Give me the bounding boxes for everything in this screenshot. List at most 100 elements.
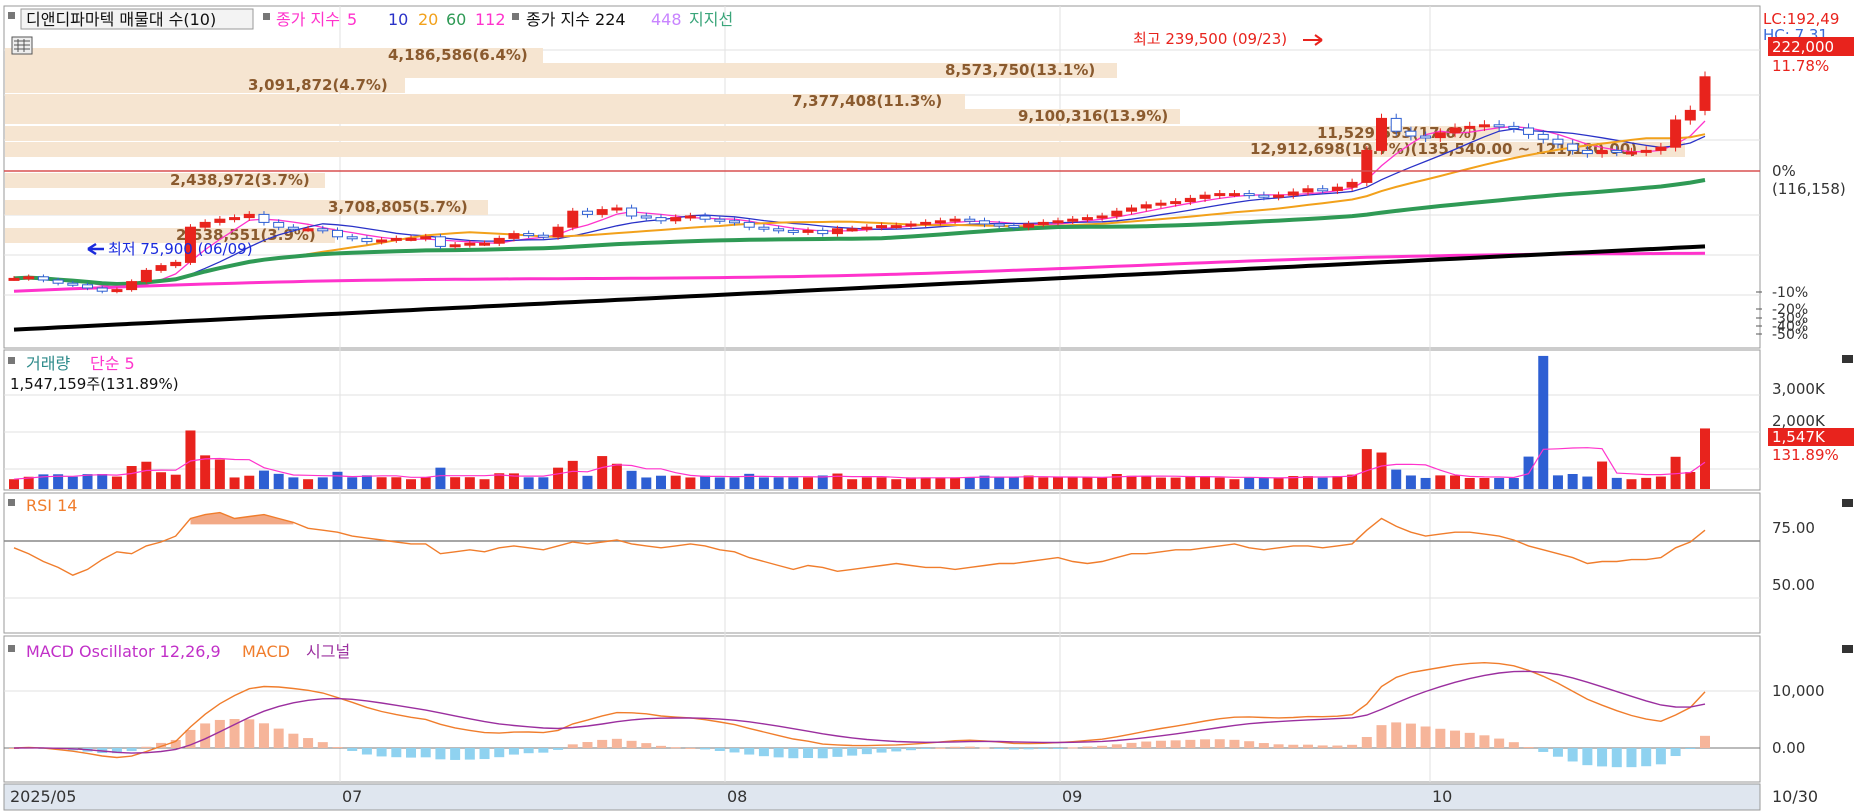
- macd-oscillator-bar: [508, 748, 519, 755]
- volume-bar: [303, 479, 314, 489]
- volume-close-icon[interactable]: [1842, 355, 1853, 363]
- volume-bar: [626, 470, 637, 489]
- volume-bar: [1479, 477, 1490, 489]
- macd-oscillator-bar: [567, 744, 578, 748]
- volume-bar: [1229, 479, 1240, 489]
- volume-bar: [611, 463, 622, 489]
- volume-bar: [450, 477, 461, 489]
- candle-body: [1478, 124, 1490, 128]
- rsi-marker-icon: [8, 499, 15, 506]
- ma-period-5: 5: [347, 10, 357, 29]
- candle-body: [434, 236, 446, 247]
- volume-tick-3000k: 3,000K: [1772, 380, 1826, 398]
- candle-body: [1567, 143, 1579, 151]
- volume-bar: [641, 477, 652, 489]
- candle-body: [155, 265, 167, 271]
- candle-body: [96, 287, 108, 292]
- candle-body: [287, 226, 299, 230]
- macd-oscillator-bar: [876, 748, 887, 753]
- candle-body: [67, 282, 79, 286]
- macd-oscillator-bar: [1244, 741, 1255, 748]
- macd-oscillator-bar: [1067, 747, 1078, 749]
- volume-bar: [67, 476, 78, 489]
- volume-profile-label: 7,377,408(11.3%): [792, 92, 942, 110]
- volume-bar: [1700, 428, 1710, 489]
- macd-oscillator-bar: [714, 748, 725, 751]
- volume-bar: [1317, 477, 1328, 489]
- volume-bar: [1008, 477, 1019, 489]
- macd-oscillator-bar: [847, 748, 858, 756]
- candle-body: [1405, 130, 1417, 137]
- candle-body: [1581, 149, 1593, 155]
- candle-body: [361, 237, 373, 243]
- ma2-label: 종가 지수 224: [526, 10, 626, 29]
- candle-body: [787, 229, 799, 233]
- candle-body: [1184, 197, 1196, 203]
- volume-bar: [185, 430, 196, 489]
- candle-body: [729, 220, 741, 224]
- candle-body: [331, 229, 343, 238]
- rsi-close-icon[interactable]: [1842, 499, 1853, 507]
- candle-body: [170, 261, 182, 267]
- candle-body: [1096, 215, 1108, 219]
- candle-body: [8, 277, 20, 281]
- macd-oscillator-bar: [1082, 746, 1093, 748]
- volume-bar: [347, 477, 358, 489]
- candle-body: [993, 223, 1005, 227]
- macd-oscillator-bar: [1141, 741, 1152, 748]
- candle-body: [1228, 193, 1240, 197]
- candle-body: [1640, 149, 1652, 153]
- volume-bar: [200, 455, 211, 489]
- ma-marker-icon: [263, 13, 270, 20]
- volume-bar: [258, 470, 269, 489]
- volume-bar: [1200, 475, 1211, 489]
- volume-bar: [1185, 475, 1196, 489]
- candle-body: [1258, 194, 1270, 198]
- macd-oscillator-bar: [891, 748, 902, 752]
- candle-body: [1008, 225, 1020, 229]
- high-annotation: 최고 239,500 (09/23): [1133, 30, 1287, 48]
- candle-body: [1052, 220, 1064, 224]
- candle-body: [934, 220, 946, 224]
- volume-bar: [376, 477, 387, 489]
- volume-bar: [1097, 477, 1108, 489]
- ma-label: 종가 지수: [276, 10, 340, 29]
- macd-oscillator-bar: [1200, 739, 1211, 748]
- candle-body: [699, 215, 711, 220]
- macd-oscillator-bar: [1611, 748, 1622, 768]
- volume-bar: [1155, 477, 1166, 489]
- volume-profile-label: 2,438,972(3.7%): [170, 171, 310, 189]
- candle-body: [140, 269, 152, 283]
- candle-body: [905, 223, 917, 227]
- volume-bar: [994, 477, 1005, 489]
- volume-bar: [1508, 477, 1519, 489]
- candle-body: [1434, 132, 1446, 139]
- volume-bar: [406, 479, 417, 489]
- macd-oscillator-bar: [611, 738, 622, 748]
- volume-bar: [582, 475, 593, 489]
- macd-oscillator-bar: [200, 723, 211, 748]
- macd-oscillator-bar: [582, 742, 593, 748]
- candle-body: [1346, 181, 1358, 188]
- macd-oscillator-bar: [464, 748, 475, 760]
- volume-ma-label: 단순 5: [90, 354, 135, 373]
- macd-oscillator-bar: [479, 748, 490, 760]
- volume-profile-label: 12,912,698(19.7%)(135,540.00 ~ 121,130.0…: [1250, 140, 1637, 158]
- candle-body: [1111, 210, 1123, 217]
- macd-oscillator-bar: [1008, 748, 1019, 750]
- stock-chart[interactable]: 4,186,586(6.4%) 8,573,750(13.1%) 3,091,872…: [0, 0, 1857, 812]
- candle-body: [523, 233, 535, 237]
- volume-bar: [861, 477, 872, 489]
- volume-bar: [1244, 477, 1255, 489]
- candle-body: [1155, 202, 1167, 206]
- macd-oscillator-bar: [1641, 748, 1652, 767]
- candle-body: [1523, 127, 1535, 135]
- macd-close-icon[interactable]: [1842, 645, 1853, 653]
- volume-bar: [1567, 473, 1578, 489]
- macd-oscillator-bar: [1464, 732, 1475, 748]
- candle-body: [243, 213, 255, 219]
- candle-body: [655, 217, 667, 222]
- signal-label: 시그널: [306, 642, 350, 661]
- neg-tick-label: -10%: [1772, 285, 1808, 301]
- macd-oscillator-bar: [597, 739, 608, 748]
